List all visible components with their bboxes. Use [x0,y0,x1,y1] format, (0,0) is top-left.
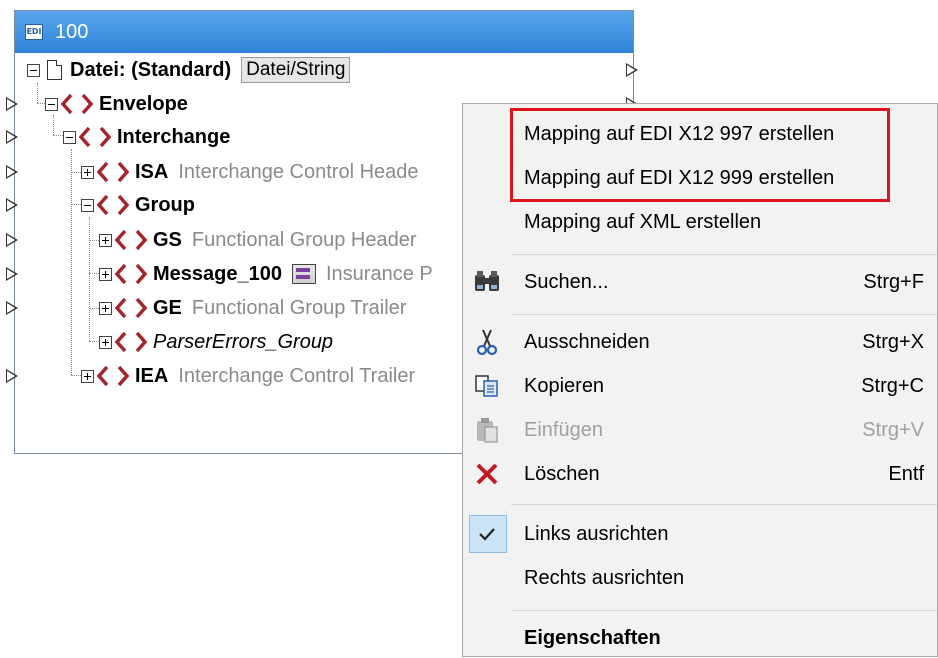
input-connector-icon[interactable] [6,198,18,212]
element-tag-icon [79,126,112,148]
menu-item-cut[interactable]: Ausschneiden Strg+X [463,322,937,362]
context-menu: Mapping auf EDI X12 997 erstellen Mappin… [462,103,938,657]
menu-item-mapping-997[interactable]: Mapping auf EDI X12 997 erstellen [463,114,937,154]
input-connector-icon[interactable] [6,267,18,281]
output-connector-icon[interactable] [626,63,638,77]
node-label: Group [135,193,195,216]
input-connector-icon[interactable] [6,301,18,315]
collapse-toggle[interactable] [81,198,94,212]
tree-node-group[interactable]: Group [81,190,195,220]
component-title-bar[interactable]: EDI 100 [15,11,633,53]
node-label: Interchange [117,125,231,148]
tree-node-gs[interactable]: GS Functional Group Header [99,225,416,255]
paste-icon [472,415,502,445]
node-description: Functional Group Trailer [191,296,407,319]
input-connector-icon[interactable] [6,165,18,179]
input-connector-icon[interactable] [6,97,18,111]
input-connector-icon[interactable] [6,130,18,144]
menu-item-align-left[interactable]: Links ausrichten [463,514,937,554]
tree-node-iea[interactable]: IEA Interchange Control Trailer [81,361,415,391]
binoculars-icon [472,267,502,297]
menu-item-mapping-xml[interactable]: Mapping auf XML erstellen [463,202,937,242]
delete-icon [472,459,502,489]
node-label: Envelope [99,92,188,115]
check-icon [472,519,502,549]
node-description: Interchange Control Trailer [178,364,416,387]
expand-toggle[interactable] [99,267,112,281]
menu-item-align-right[interactable]: Rechts ausrichten [463,558,937,598]
node-label: ISA [135,160,169,183]
node-label: Message_100 [153,262,282,285]
element-tag-icon [115,331,148,353]
file-string-button[interactable]: Datei/String [241,57,351,83]
tree-node-parser-errors[interactable]: ParserErrors_Group [99,327,333,357]
input-connector-icon[interactable] [6,369,18,383]
element-tag-icon [61,93,94,115]
document-icon [47,60,62,80]
element-tag-icon [115,263,148,285]
menu-item-paste[interactable]: Einfügen Strg+V [463,410,937,450]
node-label: IEA [135,364,169,387]
element-tag-icon [115,297,148,319]
expand-toggle[interactable] [81,369,94,383]
collapse-toggle[interactable] [27,63,40,77]
element-tag-icon [97,194,130,216]
menu-item-properties[interactable]: Eigenschaften [463,618,937,658]
node-label: ParserErrors_Group [153,330,334,353]
menu-item-copy[interactable]: Kopieren Strg+C [463,366,937,406]
expand-toggle[interactable] [99,301,112,315]
menu-item-delete[interactable]: Löschen Entf [463,454,937,494]
node-description: Insurance P [325,262,433,285]
element-tag-icon [115,229,148,251]
scissors-icon [472,327,502,357]
expand-toggle[interactable] [81,165,94,179]
tree-node-envelope[interactable]: Envelope [45,89,188,119]
collapse-toggle[interactable] [63,130,76,144]
tree-root-file[interactable]: Datei: (Standard) Datei/String [27,55,351,85]
message-type-icon[interactable] [291,264,316,284]
tree-node-message[interactable]: Message_100 Insurance P [99,259,433,289]
expand-toggle[interactable] [99,233,112,247]
tree-node-ge[interactable]: GE Functional Group Trailer [99,293,406,323]
menu-item-search[interactable]: Suchen... Strg+F [463,262,937,302]
node-description: Functional Group Header [191,228,417,251]
edi-icon: EDI [25,24,43,40]
input-connector-icon[interactable] [6,233,18,247]
node-label: GE [153,296,182,319]
collapse-toggle[interactable] [45,97,58,111]
expand-toggle[interactable] [99,335,112,349]
node-description: Interchange Control Heade [178,160,419,183]
menu-item-mapping-999[interactable]: Mapping auf EDI X12 999 erstellen [463,158,937,198]
tree-node-interchange[interactable]: Interchange [63,122,230,152]
root-file-label: Datei: (Standard) [70,58,232,81]
tree-node-isa[interactable]: ISA Interchange Control Heade [81,157,419,187]
element-tag-icon [97,161,130,183]
element-tag-icon [97,365,130,387]
copy-icon [472,371,502,401]
component-title: 100 [55,21,89,43]
node-label: GS [153,228,182,251]
